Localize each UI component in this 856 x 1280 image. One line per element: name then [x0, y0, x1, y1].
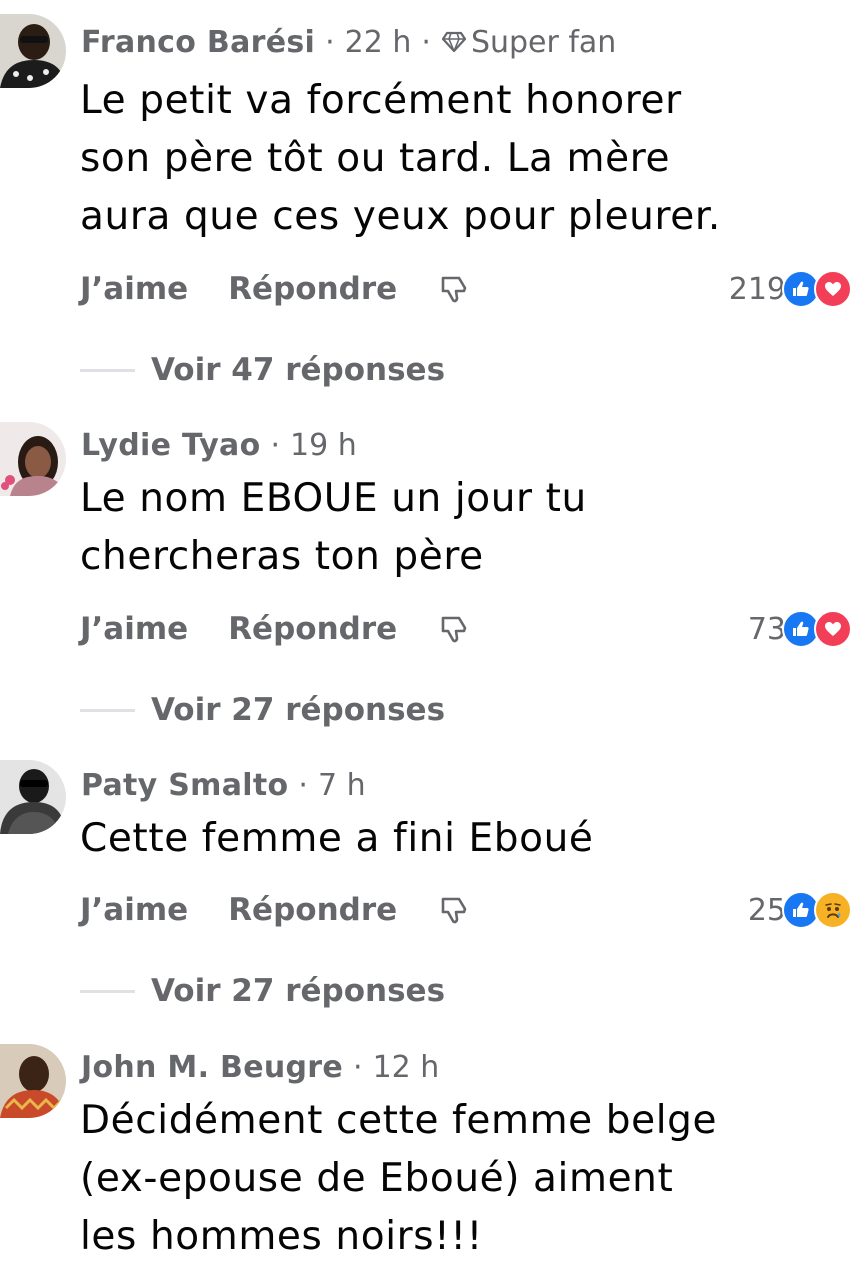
badge-label: Super fan	[470, 24, 617, 60]
like-button[interactable]: J’aime	[80, 271, 188, 307]
reaction-count: 73	[747, 611, 786, 647]
avatar[interactable]	[0, 1044, 66, 1118]
love-icon	[814, 610, 852, 648]
comment-text: Cette femme a fini Eboué	[80, 810, 593, 868]
diamond-icon	[441, 31, 467, 53]
timestamp[interactable]: 19 h	[290, 428, 357, 463]
replies-connector-line	[80, 989, 135, 993]
comment-actions: J’aime Répondre 25	[80, 885, 856, 935]
comment-text-line: chercheras ton père	[80, 534, 484, 579]
avatar[interactable]	[0, 422, 66, 496]
separator-dot: ·	[270, 427, 281, 463]
comment-text-line: (ex-epouse de Eboué) aiment	[80, 1156, 674, 1201]
comment-text-line: Décidément cette femme belge	[80, 1098, 718, 1143]
view-replies-label: Voir 27 réponses	[151, 692, 446, 728]
view-replies-link[interactable]: Voir 27 réponses	[80, 685, 445, 735]
dislike-icon[interactable]	[437, 612, 471, 646]
comment-header: John M. Beugre · 12 h	[81, 1042, 439, 1092]
dislike-icon[interactable]	[437, 272, 471, 306]
author-name[interactable]: John M. Beugre	[81, 1050, 343, 1085]
timestamp[interactable]: 22 h	[345, 25, 412, 60]
timestamp[interactable]: 12 h	[373, 1050, 440, 1085]
like-button[interactable]: J’aime	[80, 611, 188, 647]
comment-actions: J’aime Répondre 219	[80, 264, 856, 314]
super-fan-badge: Super fan	[441, 25, 616, 60]
reply-button[interactable]: Répondre	[228, 611, 397, 647]
separator-dot: ·	[353, 1049, 363, 1085]
sad-icon	[814, 891, 852, 929]
comment-text: Le nom EBOUE un jour tu chercheras ton p…	[80, 470, 587, 586]
reactions-summary[interactable]: 25	[748, 891, 852, 929]
author-name[interactable]: Lydie Tyao	[81, 428, 261, 463]
reply-button[interactable]: Répondre	[228, 271, 397, 307]
comment-text: Décidément cette femme belge (ex-epouse …	[80, 1092, 717, 1266]
avatar[interactable]	[0, 760, 66, 834]
separator-dot: ·	[325, 24, 335, 60]
comment-text-line: Le nom EBOUE un jour tu	[80, 476, 587, 521]
comment-text-line: son père tôt ou tard. La mère	[80, 136, 671, 181]
view-replies-link[interactable]: Voir 27 réponses	[80, 966, 445, 1016]
view-replies-label: Voir 27 réponses	[151, 973, 446, 1009]
comment-header: Paty Smalto · 7 h	[81, 760, 366, 810]
like-button[interactable]: J’aime	[80, 892, 188, 928]
separator-dot: ·	[298, 767, 308, 803]
love-icon	[814, 270, 852, 308]
comment-text-line: les hommes noirs!!!	[80, 1214, 483, 1259]
author-name[interactable]: Franco Barési	[81, 25, 315, 60]
view-replies-link[interactable]: Voir 47 réponses	[80, 345, 445, 395]
comment-text-line: Le petit va forcément honorer	[80, 78, 682, 123]
timestamp[interactable]: 7 h	[318, 768, 366, 803]
replies-connector-line	[80, 368, 135, 372]
comment-text-line: aura que ces yeux pour pleurer.	[80, 194, 721, 239]
comment-text-line: Cette femme a fini Eboué	[80, 816, 594, 861]
reaction-count: 219	[728, 271, 786, 307]
view-replies-label: Voir 47 réponses	[151, 352, 446, 388]
reply-button[interactable]: Répondre	[228, 892, 397, 928]
author-name[interactable]: Paty Smalto	[81, 768, 288, 803]
avatar[interactable]	[0, 14, 66, 88]
reactions-summary[interactable]: 73	[748, 610, 852, 648]
separator-dot: ·	[421, 24, 431, 60]
replies-connector-line	[80, 708, 135, 712]
comment-actions: J’aime Répondre 73	[80, 604, 856, 654]
comment-header: Lydie Tyao · 19 h	[81, 420, 357, 470]
comment-header: Franco Barési · 22 h · Super fan	[81, 17, 616, 67]
reactions-summary[interactable]: 219	[729, 270, 852, 308]
reaction-count: 25	[747, 892, 786, 928]
dislike-icon[interactable]	[437, 893, 471, 927]
comment-text: Le petit va forcément honorer son père t…	[80, 72, 721, 246]
